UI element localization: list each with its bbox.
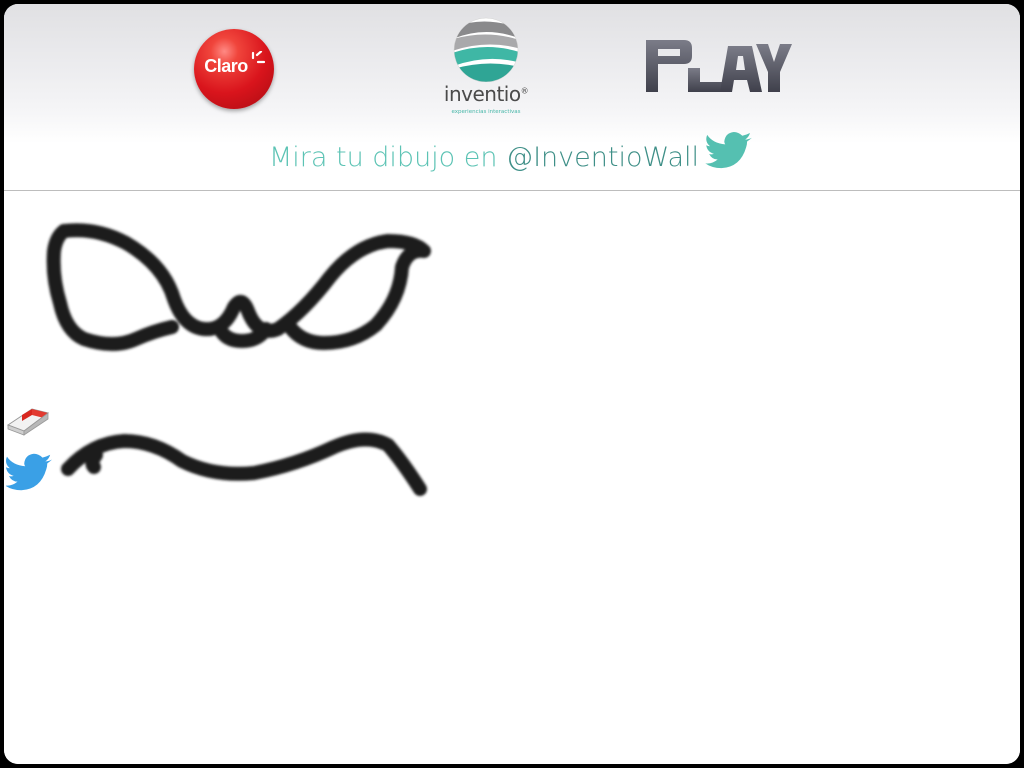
drawing-stroke xyxy=(57,223,431,350)
drawing-canvas[interactable] xyxy=(4,191,1020,764)
play-logo xyxy=(646,40,792,92)
twitter-caption: Mira tu dibujo en @InventioWall xyxy=(4,132,1020,173)
twitter-bird-icon xyxy=(705,132,752,169)
drawing-stroke xyxy=(85,448,103,474)
twitter-handle: @InventioWall xyxy=(506,142,699,173)
claro-rays-icon xyxy=(251,51,266,64)
claro-logo: Claro xyxy=(194,29,274,109)
inventio-logo-text: inventio® xyxy=(443,82,529,106)
drawing-stroke xyxy=(213,322,273,348)
drawing-stroke xyxy=(46,224,179,351)
app-frame: Claro inventio® experiencias interactiva… xyxy=(4,4,1020,764)
header-banner: Claro inventio® experiencias interactiva… xyxy=(4,4,1020,191)
twitter-share-icon[interactable] xyxy=(6,453,54,493)
inventio-logo: inventio® experiencias interactivas xyxy=(436,12,536,122)
inventio-globe-icon xyxy=(453,17,519,83)
claro-logo-text: Claro xyxy=(204,56,248,76)
drawing-strokes xyxy=(46,223,431,496)
inventio-tagline: experiencias interactivas xyxy=(451,109,521,115)
eraser-icon[interactable] xyxy=(4,403,50,439)
drawing-stroke xyxy=(61,432,427,496)
caption-prefix: Mira tu dibujo en xyxy=(268,142,507,173)
